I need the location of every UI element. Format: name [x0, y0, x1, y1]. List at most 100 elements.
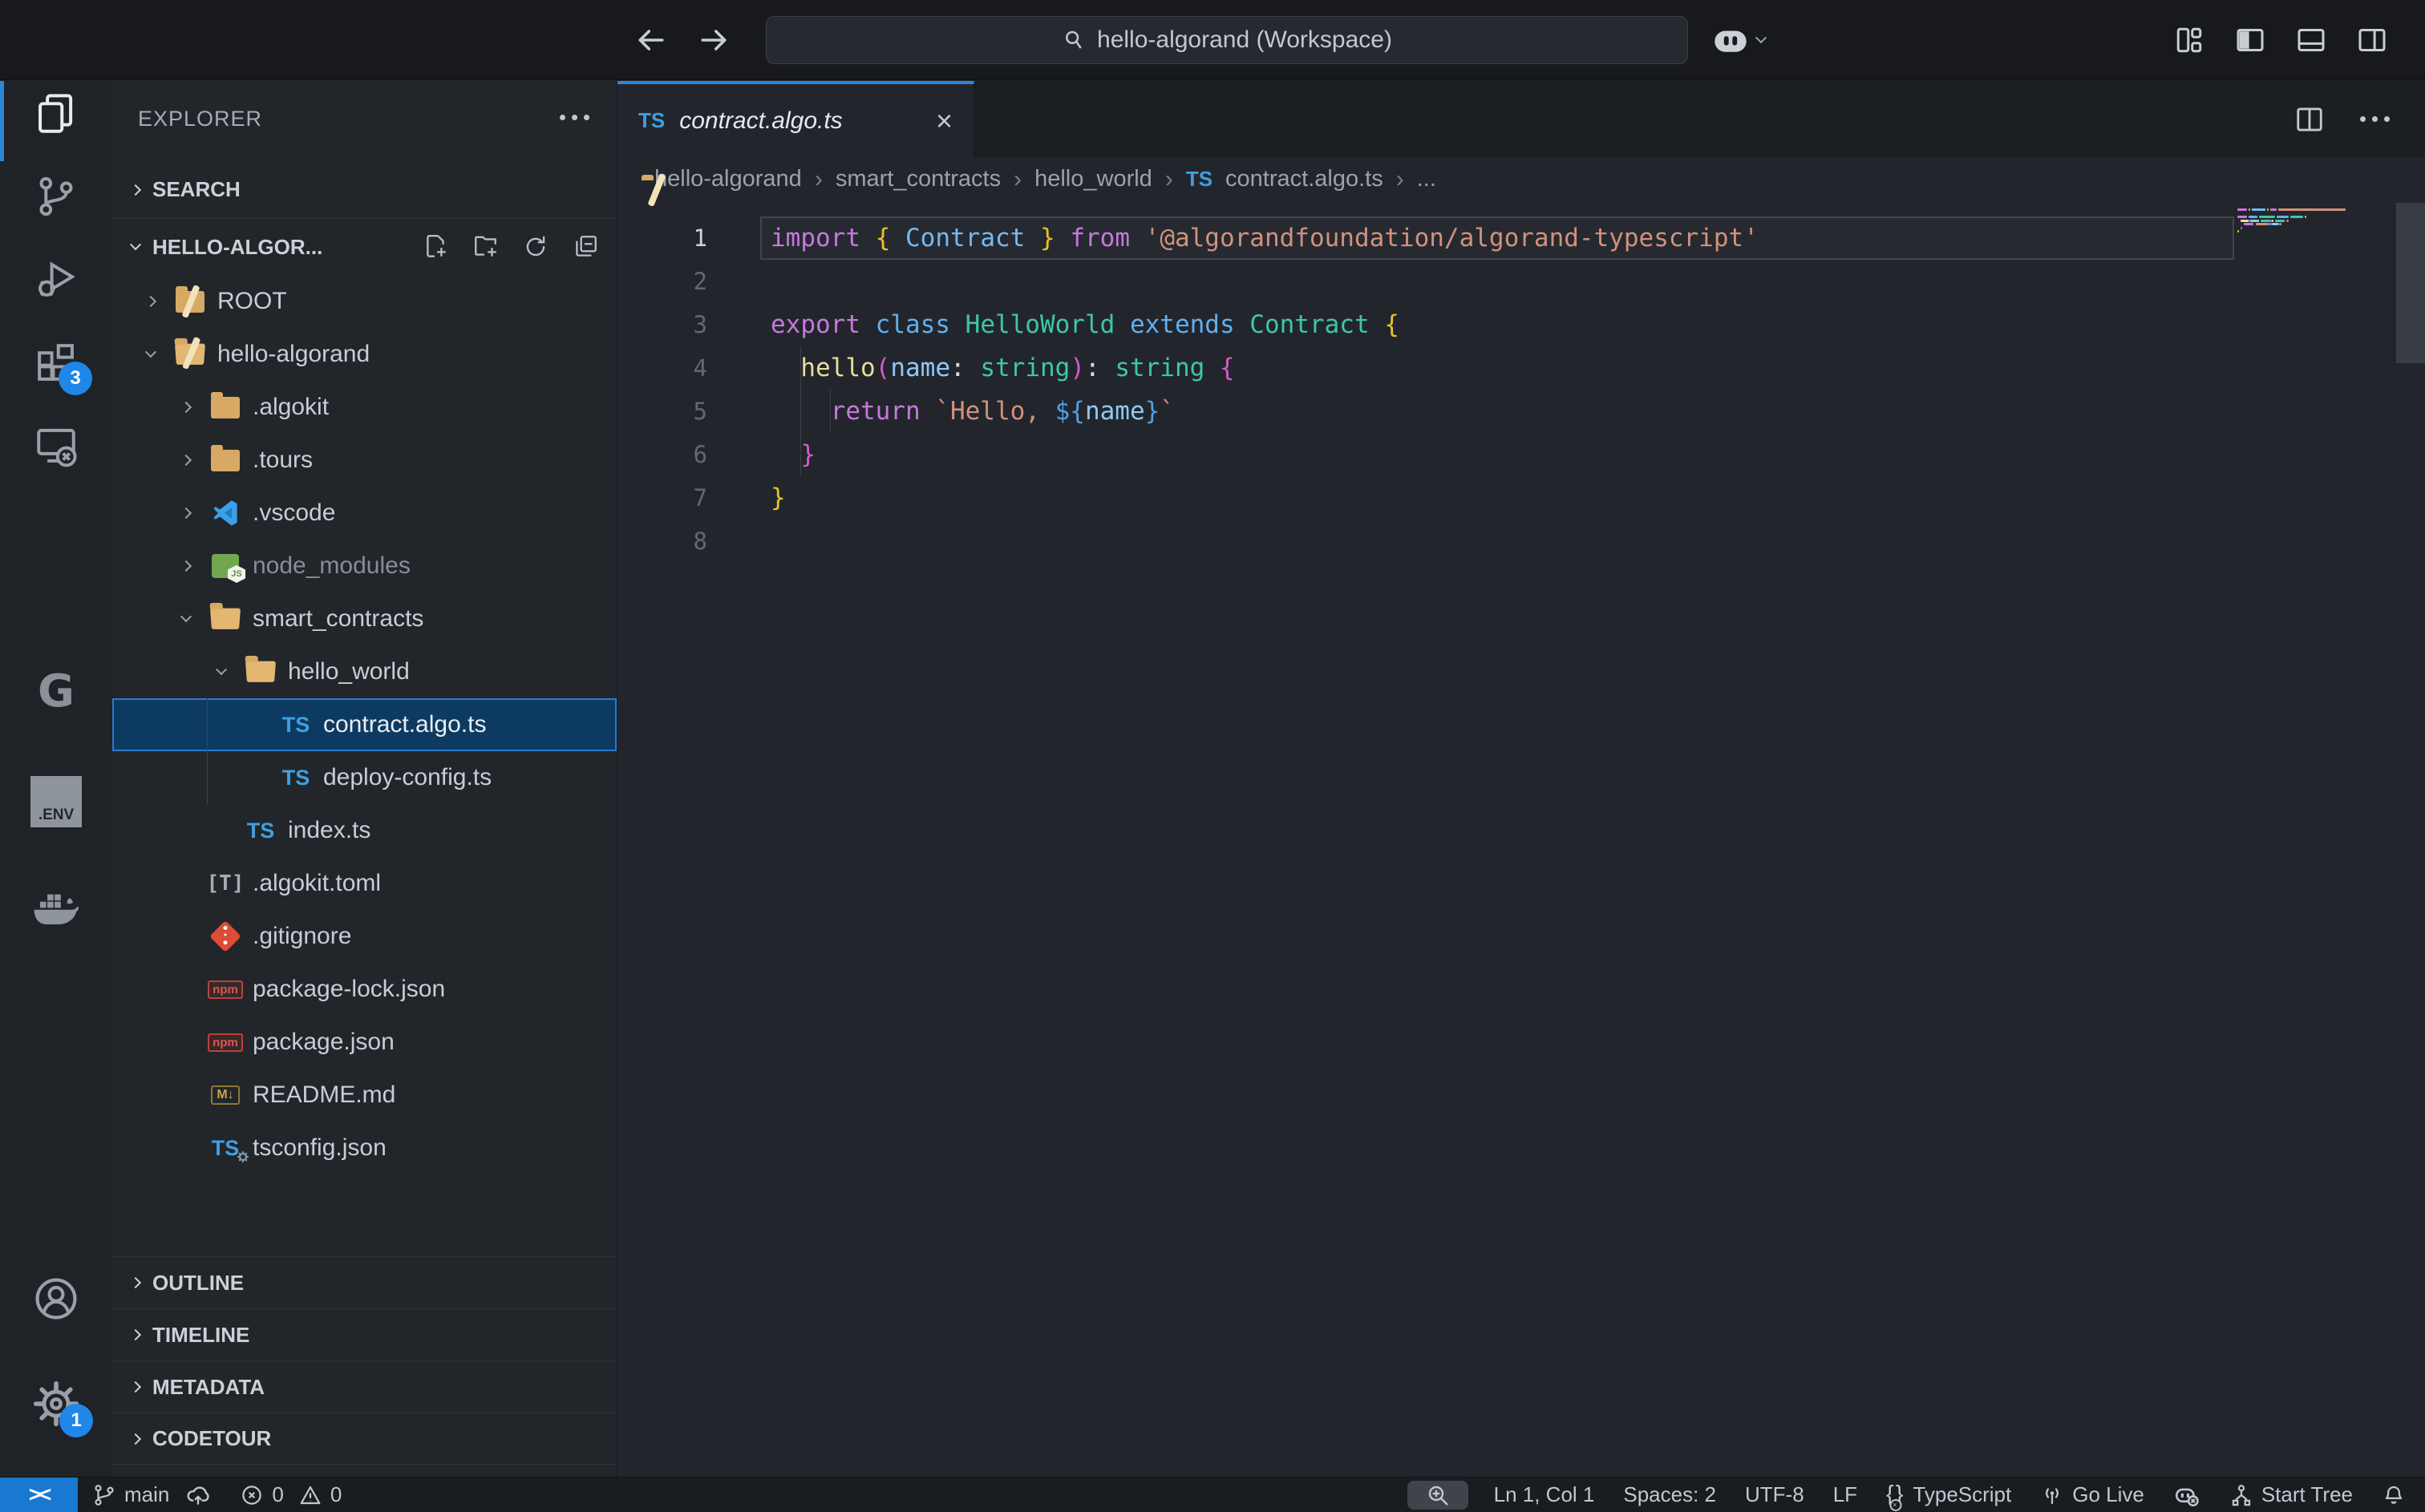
- breadcrumb-item[interactable]: ...: [1417, 166, 1436, 192]
- chevron-right-icon: [130, 1381, 141, 1393]
- breadcrumb-item[interactable]: hello-algorand: [654, 166, 802, 192]
- section-label: TIMELINE: [152, 1323, 249, 1348]
- tree-item-readme-md[interactable]: M↓ README.md: [112, 1069, 617, 1122]
- sidebar-item-run-debug[interactable]: [0, 256, 112, 302]
- tree-item--tours[interactable]: .tours: [112, 434, 617, 487]
- chevron-right-icon: [130, 1277, 141, 1288]
- code-line-5: 5 return `Hello, ${name}`: [617, 390, 2425, 433]
- back-icon[interactable]: [634, 22, 669, 58]
- sidebar-item-dotenv[interactable]: .ENV: [0, 776, 112, 827]
- tree-item-deploy-config-ts[interactable]: TSdeploy-config.ts: [112, 751, 617, 804]
- breadcrumb-item[interactable]: contract.algo.ts: [1225, 166, 1383, 192]
- tab-contract-algo-ts[interactable]: TS contract.algo.ts ×: [617, 81, 974, 157]
- go-live-button[interactable]: Go Live: [2026, 1478, 2159, 1512]
- section-outline[interactable]: OUTLINE: [112, 1256, 617, 1308]
- tree-item-tsconfig-json[interactable]: TStsconfig.json: [112, 1122, 617, 1174]
- tree-item-hello-algorand[interactable]: hello-algorand: [112, 328, 617, 381]
- branch-status[interactable]: main: [78, 1478, 225, 1512]
- workspace-header[interactable]: HELLO-ALGOR...: [112, 219, 617, 275]
- tree-item-label: README.md: [253, 1081, 395, 1109]
- tree-item-package-lock-json[interactable]: npmpackage-lock.json: [112, 963, 617, 1016]
- account-icon: [32, 1275, 80, 1323]
- remote-indicator[interactable]: ><: [0, 1478, 78, 1512]
- tree-item-node-modules[interactable]: node_modules: [112, 540, 617, 592]
- minimap[interactable]: [2237, 208, 2390, 237]
- tree-item--algokit[interactable]: .algokit: [112, 381, 617, 434]
- root-folder-icon: [169, 291, 211, 313]
- new-folder-icon[interactable]: [472, 233, 500, 261]
- indentation-status[interactable]: Spaces: 2: [1609, 1478, 1731, 1512]
- settings-button[interactable]: 1: [0, 1380, 112, 1428]
- toggle-panel-icon[interactable]: [2295, 24, 2327, 56]
- line-number: 8: [617, 519, 707, 563]
- section-metadata[interactable]: METADATA: [112, 1360, 617, 1413]
- code-editor[interactable]: 1import { Contract } from '@algorandfoun…: [617, 201, 2425, 1477]
- line-number: 6: [617, 433, 707, 476]
- sidebar-item-source-control[interactable]: [0, 173, 112, 220]
- code-lines: 1import { Contract } from '@algorandfoun…: [617, 216, 2425, 563]
- chevron-right-icon: [130, 184, 141, 195]
- tree-item--vscode[interactable]: .vscode: [112, 487, 617, 540]
- tree-item-hello-world[interactable]: hello_world: [112, 645, 617, 698]
- new-file-icon[interactable]: [423, 233, 450, 261]
- tree-item--gitignore[interactable]: .gitignore: [112, 910, 617, 963]
- collapse-all-icon[interactable]: [572, 233, 599, 261]
- code-line-1: 1import { Contract } from '@algorandfoun…: [617, 216, 2425, 260]
- breadcrumb-item[interactable]: hello_world: [1034, 166, 1152, 192]
- tree-item-label: index.ts: [288, 817, 370, 844]
- section-codetour[interactable]: CODETOUR: [112, 1413, 617, 1465]
- section-timeline[interactable]: TIMELINE: [112, 1308, 617, 1360]
- tree-item-root[interactable]: ROOT: [112, 275, 617, 328]
- tree-item-label: .gitignore: [253, 923, 351, 950]
- breadcrumb-item[interactable]: smart_contracts: [836, 166, 1001, 192]
- tree-item-smart-contracts[interactable]: smart_contracts: [112, 592, 617, 645]
- tree-item-label: smart_contracts: [253, 605, 423, 633]
- accounts-button[interactable]: [0, 1275, 112, 1323]
- forward-icon[interactable]: [696, 22, 731, 58]
- tree-item--algokit-toml[interactable]: [T].algokit.toml: [112, 857, 617, 910]
- folder-open-icon: [240, 661, 281, 683]
- scrollbar[interactable]: [2396, 203, 2425, 363]
- tree-item-label: ROOT: [217, 288, 287, 315]
- titlebar: hello-algorand (Workspace): [0, 0, 2425, 80]
- refresh-icon[interactable]: [522, 233, 549, 261]
- tree-item-index-ts[interactable]: TS index.ts: [112, 804, 617, 857]
- sidebar-item-explorer[interactable]: [0, 91, 112, 137]
- language-status[interactable]: {}× TypeScript: [1872, 1478, 2026, 1512]
- start-tree-button[interactable]: Start Tree: [2215, 1478, 2367, 1512]
- folder-open-icon: [204, 608, 246, 630]
- eol-status[interactable]: LF: [1819, 1478, 1872, 1512]
- npm-icon: npm: [204, 980, 246, 999]
- ts-icon: TS: [240, 819, 281, 843]
- sidebar-item-extensions[interactable]: 3: [0, 339, 112, 386]
- cursor-position[interactable]: Ln 1, Col 1: [1480, 1478, 1609, 1512]
- notifications-bell[interactable]: [2367, 1478, 2425, 1512]
- problems-status[interactable]: 0 0: [225, 1478, 356, 1512]
- md-icon: M↓: [204, 1085, 246, 1105]
- code-line-2: 2: [617, 260, 2425, 303]
- warning-icon: [298, 1483, 322, 1507]
- tree-item-package-json[interactable]: npmpackage.json: [112, 1016, 617, 1069]
- sidebar-item-gitlens[interactable]: G: [0, 665, 112, 718]
- editor-area: TS contract.algo.ts × hello-algorand›sma…: [617, 81, 2425, 1477]
- toggle-primary-sidebar-icon[interactable]: [2234, 24, 2266, 56]
- copilot-menu[interactable]: [1712, 0, 1765, 80]
- start-tree-label: Start Tree: [2261, 1482, 2353, 1507]
- sidebar-item-docker[interactable]: [0, 887, 112, 928]
- toggle-secondary-sidebar-icon[interactable]: [2356, 24, 2388, 56]
- close-icon[interactable]: ×: [936, 107, 953, 135]
- customize-layout-icon[interactable]: [2173, 24, 2205, 56]
- section-search[interactable]: SEARCH: [112, 161, 617, 219]
- explorer-more-actions-icon[interactable]: [560, 115, 589, 120]
- tree-item-contract-algo-ts[interactable]: TScontract.algo.ts: [112, 698, 617, 751]
- tab-label: contract.algo.ts: [679, 107, 842, 135]
- copilot-status[interactable]: [2159, 1478, 2215, 1512]
- cloud-upload-icon[interactable]: [185, 1482, 211, 1508]
- zoom-status[interactable]: [1407, 1481, 1468, 1510]
- sidebar-item-remote-explorer[interactable]: [0, 422, 112, 468]
- chevron-right-icon: [132, 297, 169, 305]
- encoding-status[interactable]: UTF-8: [1731, 1478, 1819, 1512]
- command-center-search[interactable]: hello-algorand (Workspace): [766, 16, 1688, 64]
- editor-more-actions-icon[interactable]: [2360, 116, 2390, 122]
- split-editor-icon[interactable]: [2294, 104, 2325, 135]
